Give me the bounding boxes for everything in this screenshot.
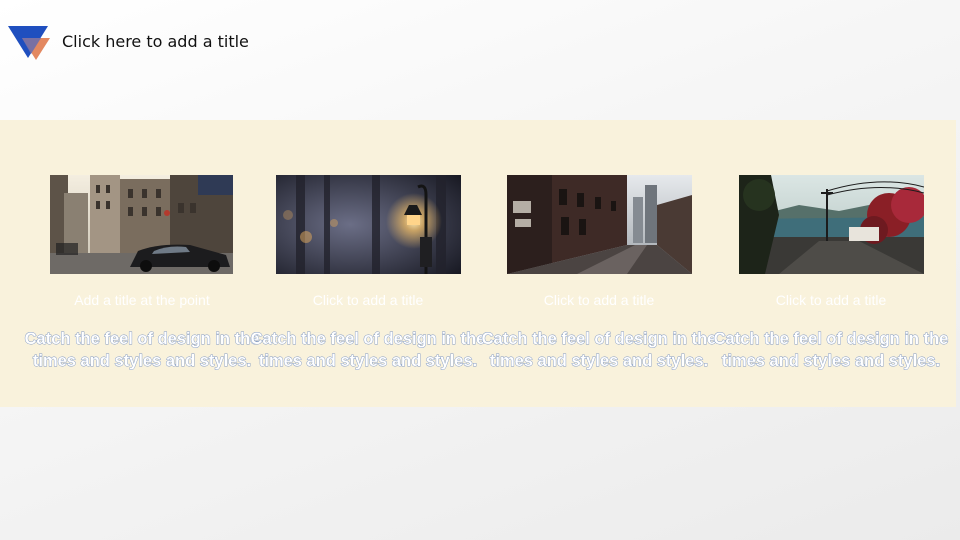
card-title[interactable]: Click to add a title bbox=[479, 292, 719, 308]
card-title[interactable]: Add a title at the point bbox=[22, 292, 262, 308]
alley-photo bbox=[507, 175, 692, 274]
card-body[interactable]: Catch the feel of design in the times an… bbox=[469, 328, 729, 372]
street-lamp-photo bbox=[276, 175, 461, 274]
harbor-photo bbox=[739, 175, 924, 274]
card-body[interactable]: Catch the feel of design in the times an… bbox=[238, 328, 498, 372]
card-body[interactable]: Catch the feel of design in the times an… bbox=[701, 328, 960, 372]
card-body[interactable]: Catch the feel of design in the times an… bbox=[12, 328, 272, 372]
street-car-photo bbox=[50, 175, 233, 274]
card-title[interactable]: Click to add a title bbox=[711, 292, 951, 308]
card-title[interactable]: Click to add a title bbox=[248, 292, 488, 308]
page-title[interactable]: Click here to add a title bbox=[62, 32, 249, 51]
logo-icon bbox=[8, 26, 52, 62]
